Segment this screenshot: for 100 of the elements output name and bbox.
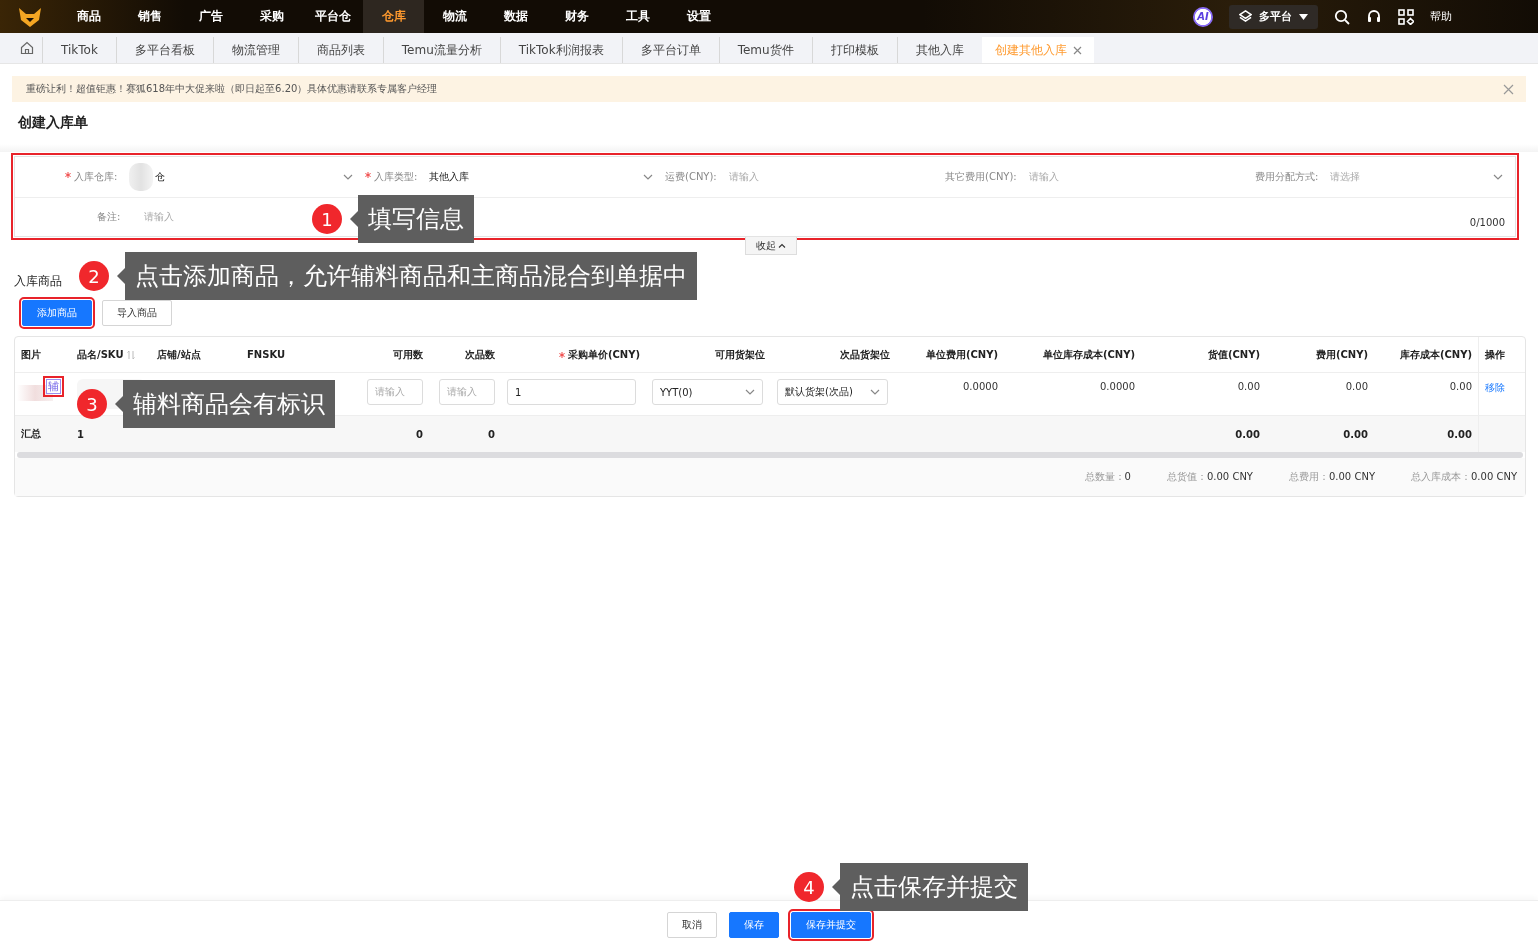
table-cell: 0.00 [1449,381,1472,392]
column-header: 单位库存成本(CNY) [1042,347,1135,362]
page-title: 创建入库单 [18,114,88,130]
shelf-select[interactable]: 默认货架(次品) [777,379,888,405]
search-icon[interactable] [1334,8,1350,25]
collapse-button[interactable]: 收起 [745,237,797,255]
close-icon[interactable] [1503,83,1514,95]
callout-pointer [350,211,358,227]
nav-menu-item[interactable]: 销售 [119,0,180,33]
callout-pointer [117,268,125,284]
nav-menu-item[interactable]: 工具 [607,0,668,33]
footer-button[interactable]: 取消 [667,912,717,938]
platform-label: 多平台 [1259,9,1292,24]
chevron-down-icon [870,389,880,395]
page-tab[interactable]: 其他入库 [896,37,982,63]
page-tab[interactable]: TikTok利润报表 [499,37,622,63]
caret-icon [1299,13,1308,20]
table-cell: 0 [488,428,495,440]
table-cell: 1 [77,428,84,440]
horizontal-scrollbar[interactable] [17,452,1523,458]
column-header: 库存成本(CNY) [1399,347,1472,362]
nav-menu-item[interactable]: 采购 [241,0,302,33]
table-cell: 0.00 [1345,381,1368,392]
section-title: 入库商品 [14,274,62,288]
total-text: 总货值：0.00 CNY [1166,470,1253,484]
callout-label: 填写信息 [358,195,474,243]
page-tab[interactable]: 打印模板 [811,37,897,63]
page-tab[interactable]: Temu货件 [718,37,812,63]
page-tab[interactable]: 商品列表 [297,37,383,63]
chevron-down-icon [643,174,653,180]
grid-icon[interactable] [1398,8,1414,25]
page-tab[interactable]: Temu流量分析 [382,37,500,63]
help-link[interactable]: 帮助 [1430,9,1452,24]
table-cell: 0.00 [1343,428,1368,440]
chevron-down-icon [745,389,755,395]
home-icon[interactable] [20,41,34,55]
column-header: 次品货架位 [840,347,890,362]
page-tab[interactable]: TikTok [42,37,116,63]
column-header: 操作 [1485,347,1505,362]
footer-button[interactable]: 保存 [729,912,779,938]
step-number-badge: 4 [794,872,824,902]
chevron-down-icon [343,174,353,180]
column-header: 货值(CNY) [1207,347,1260,362]
callout-pointer [832,879,840,895]
fox-logo-icon[interactable] [18,5,42,28]
nav-menu-item[interactable]: 平台仓 [302,0,363,33]
ai-badge[interactable]: AI [1193,6,1213,27]
nav-menu-item[interactable]: 数据 [485,0,546,33]
callout-label: 辅料商品会有标识 [123,380,335,428]
platform-switcher[interactable]: 多平台 [1229,4,1318,29]
table-cell: 0 [416,428,423,440]
select-field[interactable]: 其他入库 [429,163,653,191]
table-cell: 0.00 [1237,381,1260,392]
page-tab[interactable]: 物流管理 [212,37,298,63]
nav-menu-item[interactable]: 广告 [180,0,241,33]
callout-label: 点击添加商品，允许辅料商品和主商品混合到单据中 [125,252,697,300]
remove-link[interactable]: 移除 [1485,381,1505,395]
nav-menu-item[interactable]: 财务 [546,0,607,33]
chevron-up-icon [778,243,786,248]
chevron-down-icon [1493,174,1503,180]
column-header: 品名/SKU [77,347,124,362]
total-text: 总入库成本：0.00 CNY [1411,470,1517,484]
field-label: 备注: [97,210,121,224]
close-icon[interactable] [1072,45,1082,55]
step-number-badge: 2 [79,261,109,291]
callout-pointer [115,396,123,412]
column-header: 可用货架位 [715,347,765,362]
column-header: 采购单价(CNY) [567,347,640,362]
headset-icon[interactable] [1366,8,1382,25]
table-cell: 0.00 [1235,428,1260,440]
select-field[interactable]: 仓 [129,163,353,191]
page-tab[interactable]: 多平台订单 [621,37,719,63]
notice-text: 重磅让利！超值钜惠！赛狐618年中大促来啦（即日起至6.20）具体优惠请联系专属客户经理 [26,82,438,96]
page-tab[interactable]: 多平台看板 [115,37,213,63]
table-cell: 汇总 [21,427,41,441]
layers-icon [1239,10,1252,23]
action-button[interactable]: 添加商品 [22,300,92,326]
footer-button[interactable]: 保存并提交 [791,912,871,938]
table-cell: 0.0000 [963,381,998,392]
price-input[interactable]: 1 [507,379,636,405]
column-header: 店铺/站点 [157,347,201,362]
callout-label: 点击保存并提交 [840,863,1028,911]
column-header: 可用数 [393,347,423,362]
column-header: 图片 [21,347,41,362]
nav-menu-item[interactable]: 仓库 [363,0,424,33]
field-label: 运费(CNY): [665,170,717,184]
field-label: 其它费用(CNY): [945,170,1017,184]
total-text: 总数量：0 [1084,470,1131,484]
auxiliary-tag: 辅 [46,379,61,394]
nav-menu-item[interactable]: 物流 [424,0,485,33]
table-cell: 0.00 [1447,428,1472,440]
nav-menu-item[interactable]: 设置 [668,0,729,33]
total-text: 总费用：0.00 CNY [1288,470,1375,484]
field-label: 入库类型: [374,170,418,184]
column-header: 费用(CNY) [1315,347,1368,362]
shelf-select[interactable]: YYT(0) [652,379,763,405]
char-counter: 0/1000 [1469,217,1505,228]
field-label: 入库仓库: [74,170,118,184]
action-button[interactable]: 导入商品 [102,300,172,326]
nav-menu-item[interactable]: 商品 [58,0,119,33]
